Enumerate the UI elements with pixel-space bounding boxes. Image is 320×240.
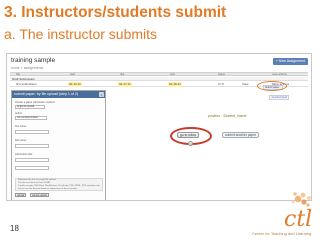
cursor-icon: △ bbox=[188, 141, 193, 146]
last-name-field[interactable] bbox=[15, 144, 49, 148]
position-label: position - Student_Name bbox=[208, 114, 247, 118]
notice-line: Do not use the Browse button to upload o… bbox=[18, 188, 77, 190]
upload-notice: Maximum file size for single file upload… bbox=[15, 178, 103, 191]
cancel-upload-button[interactable]: cancel upload bbox=[30, 193, 49, 197]
due-date: 02-17-11 bbox=[118, 82, 132, 87]
turnitin-screenshot: training sample home > assignments + New… bbox=[6, 53, 312, 201]
author-select[interactable]: non-enrolled student bbox=[15, 116, 47, 120]
column-due: due bbox=[120, 73, 125, 76]
last-name-label: last name: bbox=[15, 139, 27, 142]
go-to-inbox-button[interactable]: go to inbox bbox=[177, 132, 200, 138]
page-heading: training sample bbox=[11, 57, 56, 64]
slide-title: 3. Instructors/students submit bbox=[4, 4, 227, 21]
column-start: start bbox=[70, 73, 76, 76]
status-count: 0 / 5 bbox=[218, 82, 224, 86]
ctl-logo: ctl Center for Teaching and Learning bbox=[252, 192, 312, 236]
close-icon[interactable]: X bbox=[99, 92, 104, 97]
new-assignment-button[interactable]: + New Assignment bbox=[272, 58, 308, 65]
view-download-link[interactable]: view/download bbox=[269, 95, 289, 100]
upload-button[interactable]: upload bbox=[15, 193, 27, 197]
flower-icon bbox=[291, 192, 311, 207]
dialog-title: submit paper: by file upload (step 1 of … bbox=[12, 91, 105, 98]
slide-subtitle: a. The instructor submits bbox=[4, 26, 158, 42]
column-title: title bbox=[16, 73, 21, 76]
slide-number: 18 bbox=[10, 224, 19, 233]
column-more-actions: more actions bbox=[272, 73, 287, 76]
table-header: title start due post status more actions bbox=[10, 72, 308, 76]
submit-another-paper-button[interactable]: submit another paper bbox=[222, 132, 260, 138]
highlight-ring bbox=[257, 81, 287, 91]
logo-tagline: Center for Teaching and Learning bbox=[252, 231, 311, 236]
section-row: Draft Submission bbox=[10, 77, 308, 81]
post-date: 02-18-11 bbox=[168, 82, 182, 87]
column-post: post bbox=[170, 73, 175, 76]
assignment-title[interactable]: first submission bbox=[16, 82, 37, 87]
submit-paper-dialog: submit paper: by file upload (step 1 of … bbox=[11, 90, 106, 200]
file-field[interactable] bbox=[15, 166, 49, 170]
view-button[interactable]: View bbox=[242, 82, 248, 87]
submission-title-label: submission title: bbox=[15, 153, 33, 156]
section-label: Draft Submission bbox=[12, 77, 35, 81]
first-name-field[interactable] bbox=[15, 130, 49, 134]
logo-letters: ctl bbox=[284, 207, 312, 232]
column-status: status bbox=[218, 73, 225, 76]
submission-title-field[interactable] bbox=[15, 158, 49, 162]
method-select[interactable]: single file upload bbox=[15, 105, 45, 109]
first-name-label: first name: bbox=[15, 125, 27, 128]
method-label: choose a paper submission method: bbox=[15, 101, 56, 104]
breadcrumb[interactable]: home > assignments bbox=[11, 66, 43, 70]
start-date: 02-10-11 bbox=[68, 82, 82, 87]
author-label: author: bbox=[15, 112, 23, 115]
